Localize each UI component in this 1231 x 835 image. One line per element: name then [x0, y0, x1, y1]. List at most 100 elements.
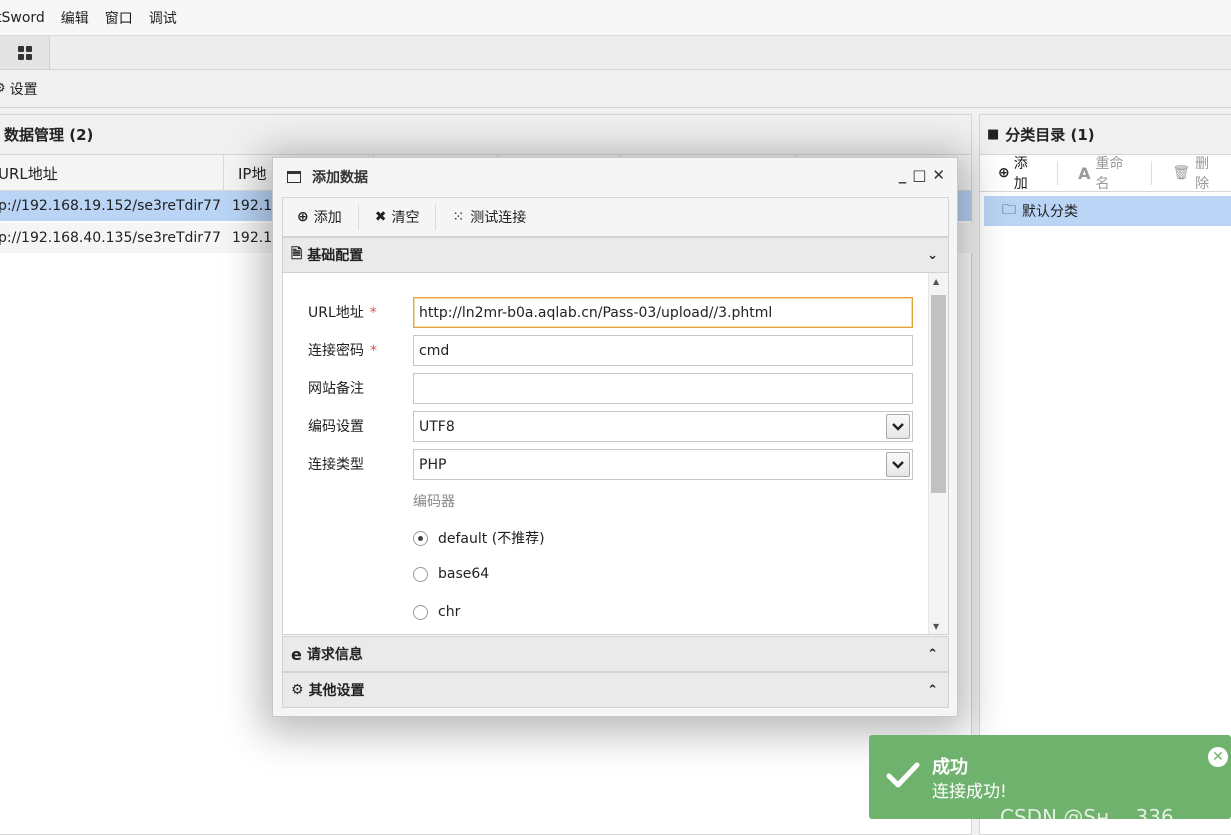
required-mark: * — [369, 305, 377, 321]
row-url: p://192.168.19.152/se3reTdir77 — [0, 198, 221, 214]
plus-circle-icon: ⊕ — [998, 165, 1010, 181]
settings-link[interactable]: 设置 — [10, 79, 38, 99]
url-input-value: http://ln2mr-b0a.aqlab.cn/Pass-03/upload… — [419, 304, 773, 321]
close-icon[interactable]: ✕ — [932, 166, 945, 184]
toast-message: 连接成功! — [932, 782, 1007, 802]
delete-category-button[interactable]: 🗑 删除 — [1172, 153, 1218, 193]
add-button-label: 添加 — [313, 210, 342, 226]
x-icon: ✖ — [374, 209, 387, 225]
type-label: 连接类型 — [308, 454, 364, 474]
encoder-option-base64[interactable]: base64 — [413, 566, 489, 582]
password-label: 连接密码 * — [308, 340, 377, 360]
note-label: 网站备注 — [308, 378, 364, 398]
menu-debug[interactable]: 调试 — [149, 8, 177, 28]
radio-selected-icon[interactable] — [413, 530, 428, 546]
note-label-text: 网站备注 — [308, 381, 364, 397]
scrollbar-thumb[interactable] — [931, 295, 946, 493]
chevron-down-icon[interactable] — [886, 414, 910, 439]
clear-button[interactable]: ✖ 清空 — [375, 204, 437, 230]
encoding-select-value: UTF8 — [419, 418, 455, 435]
url-label: URL地址 * — [308, 302, 377, 322]
url-input[interactable]: http://ln2mr-b0a.aqlab.cn/Pass-03/upload… — [413, 297, 913, 328]
section-basic-header[interactable]: 🗎 基础配置 ⌄ — [282, 237, 949, 273]
required-mark: * — [370, 343, 377, 359]
add-button[interactable]: ⊕ 添加 — [297, 204, 359, 230]
encoder-option-label: base64 — [438, 566, 490, 582]
column-url[interactable]: URL地址 — [0, 155, 224, 191]
rename-category-label: 重命名 — [1095, 156, 1124, 192]
divider — [1057, 161, 1059, 185]
dialog-title-bar[interactable]: 添加数据 _ □ ✕ — [273, 158, 957, 196]
dialog-toolbar: ⊕ 添加 ✖ 清空 ⁙ 测试连接 — [282, 197, 949, 237]
folder-open-icon: 🗀 — [1002, 202, 1016, 218]
encoding-select[interactable]: UTF8 — [413, 411, 913, 442]
settings-bar: ⚙ 设置 — [0, 70, 1231, 108]
rename-category-button[interactable]: A 重命名 — [1078, 153, 1131, 193]
type-select-value: PHP — [419, 456, 447, 473]
encoder-option-default[interactable]: default (不推荐) — [413, 528, 545, 548]
url-label-text: URL地址 — [308, 305, 364, 321]
encoder-option-chr[interactable]: chr — [413, 604, 460, 620]
category-toolbar: ⊕ 添加 A 重命名 🗑 删除 — [980, 155, 1231, 192]
password-input-value: cmd — [419, 342, 450, 359]
dialog-title: 添加数据 — [312, 170, 368, 186]
scroll-down-icon[interactable]: ▼ — [933, 622, 939, 631]
window-icon — [287, 171, 301, 183]
type-label-text: 连接类型 — [308, 457, 364, 473]
ie-icon: e — [291, 644, 302, 664]
delete-category-label: 删除 — [1195, 156, 1210, 192]
row-url: p://192.168.40.135/se3reTdir77 — [0, 230, 221, 246]
check-icon — [886, 762, 920, 788]
add-data-dialog: 添加数据 _ □ ✕ ⊕ 添加 ✖ 清空 ⁙ 测试连接 🗎 基础配置 ⌄ URL… — [272, 157, 958, 717]
section-request-header[interactable]: e 请求信息 ⌃ — [282, 636, 949, 672]
maximize-icon[interactable]: □ — [912, 166, 926, 184]
type-select[interactable]: PHP — [413, 449, 913, 480]
password-label-text: 连接密码 — [308, 343, 364, 359]
note-input[interactable] — [413, 373, 913, 404]
tab-bar — [0, 36, 1231, 70]
gears-icon: ⚙ — [291, 682, 304, 698]
watermark: CSDN @Sʜ ，336 — [1000, 805, 1174, 829]
category-title-text: 分类目录 (1) — [1005, 126, 1095, 144]
grid-icon — [17, 45, 32, 60]
minimize-icon[interactable]: _ — [899, 166, 907, 184]
password-input[interactable]: cmd — [413, 335, 913, 366]
encoder-label: 编码器 — [413, 494, 455, 510]
plus-circle-icon: ⊕ — [297, 209, 309, 225]
test-connection-label: 测试连接 — [470, 210, 527, 226]
font-icon: A — [1078, 163, 1091, 183]
category-item-label: 默认分类 — [1022, 204, 1078, 220]
chevron-up-icon: ⌃ — [927, 682, 938, 698]
radio-icon[interactable] — [413, 604, 428, 620]
tab-home[interactable] — [0, 36, 50, 69]
test-connection-button[interactable]: ⁙ 测试连接 — [452, 204, 542, 230]
data-panel-title-text: 数据管理 (2) — [4, 126, 94, 144]
scroll-up-icon[interactable]: ▲ — [933, 277, 939, 286]
add-category-button[interactable]: ⊕ 添加 — [998, 153, 1037, 193]
add-category-label: 添加 — [1013, 156, 1028, 192]
trash-icon: 🗑 — [1172, 165, 1191, 181]
window-controls: _ □ ✕ — [899, 166, 945, 184]
document-icon: 🗎 — [291, 246, 303, 262]
category-item-default[interactable]: 🗀 默认分类 — [984, 196, 1231, 226]
basic-config-body: URL地址 * http://ln2mr-b0a.aqlab.cn/Pass-03… — [282, 273, 949, 635]
menu-window[interactable]: 窗口 — [105, 8, 133, 28]
close-toast-icon[interactable]: ✕ — [1208, 747, 1228, 767]
category-panel: ■ 分类目录 (1) ⊕ 添加 A 重命名 🗑 删除 🗀 默认分类 — [979, 114, 1231, 835]
divider — [1151, 161, 1153, 185]
encoder-option-label: default (不推荐) — [438, 531, 545, 547]
section-other-label: 其他设置 — [308, 683, 365, 699]
encoding-label: 编码设置 — [308, 416, 364, 436]
chevron-down-icon[interactable] — [886, 452, 910, 477]
menu-app[interactable]: tSword — [0, 10, 45, 26]
section-other-header[interactable]: ⚙ 其他设置 ⌃ — [282, 672, 949, 708]
radio-icon[interactable] — [413, 566, 428, 582]
encoder-option-label: chr — [438, 604, 461, 620]
data-panel-title: 数据管理 (2) — [0, 115, 971, 155]
folder-icon: ■ — [987, 127, 1000, 142]
category-panel-title: ■ 分类目录 (1) — [980, 115, 1231, 155]
gear-icon: ⚙ — [0, 81, 6, 96]
section-request-label: 请求信息 — [306, 647, 363, 663]
menu-edit[interactable]: 编辑 — [61, 8, 89, 28]
form-scrollbar[interactable]: ▲ ▼ — [928, 273, 948, 634]
